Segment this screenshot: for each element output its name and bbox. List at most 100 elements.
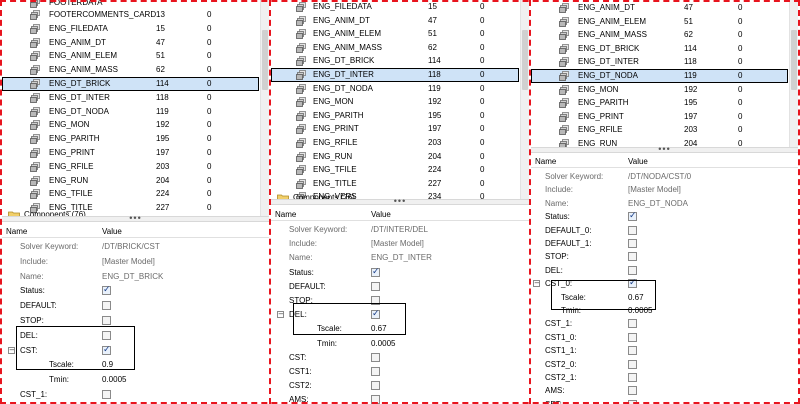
collapse-icon[interactable]: − — [8, 346, 15, 354]
property-row[interactable]: DEL: — [2, 328, 269, 343]
tree-row[interactable]: ENG_MON 192 0 — [531, 83, 788, 97]
tree-row[interactable]: ENG_ANIM_ELEM 51 0 — [2, 49, 259, 63]
column-header-name[interactable]: Name — [275, 208, 296, 221]
property-row[interactable]: DEFAULT: — [271, 279, 529, 294]
tree-row[interactable]: ENG_MON 192 0 — [2, 118, 259, 132]
tree-row[interactable]: ENG_PARITH 195 0 — [2, 132, 259, 146]
property-checkbox[interactable] — [371, 265, 380, 280]
tree-row[interactable]: ENG_ANIM_MASS 62 0 — [531, 28, 788, 42]
tree-row[interactable]: ENG_RFILE 203 0 — [271, 136, 519, 150]
property-checkbox[interactable] — [628, 386, 637, 396]
pane-splitter[interactable]: ••• — [2, 214, 269, 223]
tree-row[interactable]: ENG_PRINT 197 0 — [271, 122, 519, 136]
property-checkbox[interactable] — [102, 316, 111, 325]
collapse-icon[interactable]: − — [277, 311, 284, 319]
tree-scrollbar[interactable] — [520, 0, 529, 200]
tree-row[interactable]: ENG_FILEDATA 15 0 — [271, 0, 519, 14]
entity-tree[interactable]: ENG_FILEDATA 15 0 ENG_ANIM_DT 47 0 ENG_ANIM_EL… — [271, 0, 529, 200]
property-checkbox[interactable] — [102, 343, 111, 358]
tree-row[interactable]: ENG_DT_BRICK 114 0 — [271, 54, 519, 68]
property-checkbox[interactable] — [628, 332, 637, 342]
tree-row[interactable]: ENG_ANIM_ELEM 51 0 — [531, 15, 788, 29]
property-checkbox[interactable] — [102, 330, 111, 340]
property-checkbox[interactable] — [628, 225, 637, 235]
property-row[interactable]: CST1: — [271, 364, 529, 379]
tree-row[interactable]: ENG_PRINT 197 0 — [531, 110, 788, 124]
property-row[interactable]: Solver Keyword: /DT/INTER/DEL — [271, 222, 529, 237]
tree-row-selected[interactable]: ENG_DT_NODA 119 0 — [531, 69, 788, 83]
property-row[interactable]: Tscale: 0.9 — [2, 357, 269, 372]
column-header-value[interactable]: Value — [628, 155, 648, 168]
collapse-icon[interactable]: − — [533, 280, 540, 288]
tree-row[interactable]: ENG_PRINT 197 0 — [2, 146, 259, 160]
column-header-name[interactable]: Name — [6, 225, 27, 238]
tree-row[interactable]: ENG_TFILE 224 0 — [271, 163, 519, 177]
property-checkbox[interactable] — [628, 239, 637, 248]
property-row[interactable]: Name: ENG_DT_INTER — [271, 250, 529, 265]
pane-splitter[interactable]: ••• — [271, 197, 529, 206]
property-row[interactable]: Tmin: 0.0005 — [2, 372, 269, 387]
property-row[interactable]: CST_1: — [2, 387, 269, 402]
property-checkbox[interactable] — [371, 367, 380, 376]
tree-row[interactable]: ENG_RFILE 203 0 — [2, 160, 259, 174]
property-checkbox[interactable] — [628, 373, 637, 382]
property-row[interactable]: Solver Keyword: /DT/BRICK/CST — [2, 239, 269, 254]
tree-row-selected[interactable]: ENG_DT_BRICK 114 0 — [2, 77, 259, 91]
property-value[interactable]: 0.0005 — [102, 372, 126, 387]
property-value[interactable]: 0.67 — [371, 321, 387, 336]
property-checkbox[interactable] — [371, 307, 380, 322]
column-header-value[interactable]: Value — [102, 225, 122, 238]
tree-row[interactable]: ENG_ANIM_MASS 62 0 — [271, 41, 519, 55]
tree-row[interactable]: ENG_FILEDATA 15 0 — [2, 22, 259, 36]
property-row[interactable]: Status: — [271, 265, 529, 280]
property-row[interactable]: − CST: — [2, 343, 269, 358]
property-row[interactable]: − DEL: — [271, 307, 529, 322]
property-row[interactable]: AMS: — [271, 392, 529, 404]
pane-splitter[interactable]: ••• — [531, 145, 798, 154]
property-checkbox[interactable] — [628, 265, 637, 275]
property-row[interactable]: DEFAULT: — [2, 298, 269, 313]
tree-row[interactable]: ENG_TITLE 227 0 — [271, 177, 519, 191]
tree-row[interactable]: ENG_DT_NODA 119 0 — [271, 82, 519, 96]
property-checkbox[interactable] — [102, 283, 111, 298]
entity-tree[interactable]: FOOTERDATA FOOTERCOMMENTS_CARD 13 0 ENG_FILE… — [2, 0, 269, 216]
tree-row[interactable]: ENG_DT_NODA 119 0 — [2, 105, 259, 119]
tree-row[interactable]: ENG_PARITH 195 0 — [531, 96, 788, 110]
property-checkbox[interactable] — [371, 352, 380, 362]
property-row[interactable]: Tmin: 0.0005 — [271, 336, 529, 351]
property-checkbox[interactable] — [628, 209, 637, 224]
tree-row[interactable]: ENG_ANIM_ELEM 51 0 — [271, 27, 519, 41]
tree-row[interactable]: ENG_DT_INTER 118 0 — [2, 91, 259, 105]
property-row[interactable]: Tscale: 0.67 — [271, 321, 529, 336]
property-value[interactable]: 0.0005 — [371, 336, 395, 351]
tree-row[interactable]: ENG_ANIM_DT 47 0 — [271, 14, 519, 28]
tree-row[interactable]: ENG_RFILE 203 0 — [531, 123, 788, 137]
property-checkbox[interactable] — [371, 395, 380, 404]
property-checkbox[interactable] — [628, 399, 637, 404]
property-value[interactable]: 0.9 — [102, 357, 113, 372]
property-row[interactable]: SET: — [531, 397, 798, 404]
column-header-name[interactable]: Name — [535, 155, 556, 168]
property-row[interactable]: CST: — [271, 350, 529, 365]
scrollbar-thumb[interactable] — [262, 30, 268, 90]
tree-row[interactable]: ENG_ANIM_DT 47 0 — [2, 36, 259, 50]
property-checkbox[interactable] — [628, 359, 637, 369]
property-row[interactable]: STOP: — [271, 293, 529, 308]
tree-scrollbar[interactable] — [789, 0, 798, 148]
column-header-value[interactable]: Value — [371, 208, 391, 221]
entity-tree[interactable]: ENG_ANIM_DT 47 0 ENG_ANIM_ELEM 51 0 ENG_ANIM_M… — [531, 0, 798, 148]
tree-row[interactable]: ENG_DT_INTER 118 0 — [531, 55, 788, 69]
property-row[interactable]: Name: ENG_DT_BRICK — [2, 269, 269, 284]
property-checkbox[interactable] — [371, 381, 380, 391]
scrollbar-thumb[interactable] — [522, 30, 528, 90]
tree-row[interactable]: ENG_RUN 204 0 — [2, 174, 259, 188]
property-checkbox[interactable] — [371, 296, 380, 305]
tree-row[interactable]: ENG_ANIM_MASS 62 0 — [2, 63, 259, 77]
property-checkbox[interactable] — [628, 252, 637, 262]
tree-row[interactable]: ENG_ANIM_DT 47 0 — [531, 1, 788, 15]
property-row[interactable]: Status: — [2, 283, 269, 298]
property-checkbox[interactable] — [628, 319, 637, 329]
tree-row-selected[interactable]: ENG_DT_INTER 118 0 — [271, 68, 519, 82]
property-checkbox[interactable] — [102, 301, 111, 311]
tree-row[interactable]: ENG_RUN 204 0 — [271, 150, 519, 164]
